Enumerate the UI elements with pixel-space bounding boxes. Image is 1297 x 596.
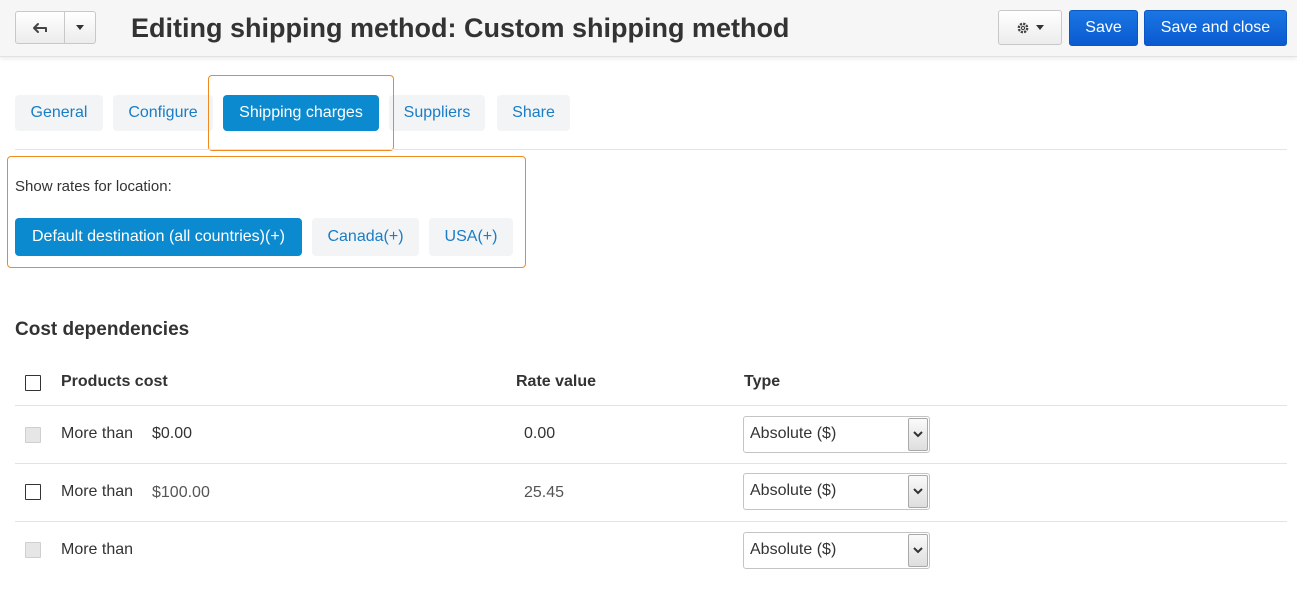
location-label: Show rates for location: — [15, 178, 172, 195]
back-arrow-icon — [33, 22, 47, 33]
amount-value: $0.00 — [152, 425, 193, 442]
page-title: Editing shipping method: Custom shipping… — [131, 13, 790, 43]
back-menu-toggle[interactable] — [65, 11, 96, 44]
chevron-down-icon — [1036, 25, 1044, 30]
toolbar: Editing shipping method: Custom shipping… — [0, 0, 1297, 57]
amount-value[interactable]: $100.00 — [152, 484, 210, 502]
column-header-type: Type — [744, 373, 781, 390]
chevron-down-icon — [908, 418, 928, 451]
back-button[interactable] — [15, 11, 65, 44]
back-button-group — [15, 11, 96, 44]
section-title: Cost dependencies — [15, 319, 190, 340]
type-select-value: Absolute ($) — [750, 425, 837, 442]
tab-suppliers[interactable]: Suppliers — [389, 95, 485, 131]
location-default-destination[interactable]: Default destination (all countries)(+) — [15, 218, 302, 256]
tabs-divider — [15, 149, 1287, 150]
type-select[interactable]: Absolute ($) — [743, 416, 930, 453]
type-select-value: Absolute ($) — [750, 482, 837, 499]
row-divider — [15, 521, 1287, 522]
chevron-down-icon — [76, 25, 84, 30]
row-divider — [15, 405, 1287, 406]
tab-highlight-box — [208, 75, 394, 151]
settings-dropdown-button[interactable] — [998, 10, 1062, 45]
save-button[interactable]: Save — [1069, 10, 1138, 46]
row-checkbox[interactable] — [25, 484, 41, 500]
location-canada[interactable]: Canada(+) — [312, 218, 419, 256]
condition-label: More than — [61, 541, 134, 558]
condition-label: More than — [61, 483, 134, 500]
select-all-checkbox[interactable] — [25, 375, 41, 391]
row-checkbox — [25, 427, 41, 443]
tab-share[interactable]: Share — [497, 95, 570, 131]
type-select[interactable]: Absolute ($) — [743, 473, 930, 510]
save-and-close-button[interactable]: Save and close — [1144, 10, 1287, 46]
type-select[interactable]: Absolute ($) — [743, 532, 930, 569]
row-divider — [15, 463, 1287, 464]
column-header-products-cost: Products cost — [61, 373, 168, 390]
column-header-rate-value: Rate value — [516, 373, 597, 390]
gear-icon — [1017, 22, 1029, 33]
rate-value: 0.00 — [524, 425, 556, 442]
tab-general[interactable]: General — [15, 95, 103, 131]
row-checkbox — [25, 542, 41, 558]
condition-label: More than — [61, 425, 134, 442]
chevron-down-icon — [908, 534, 928, 567]
chevron-down-icon — [908, 475, 928, 508]
type-select-value: Absolute ($) — [750, 541, 837, 558]
location-usa[interactable]: USA(+) — [429, 218, 513, 256]
rate-value[interactable]: 25.45 — [524, 484, 564, 502]
tab-configure[interactable]: Configure — [113, 95, 213, 131]
